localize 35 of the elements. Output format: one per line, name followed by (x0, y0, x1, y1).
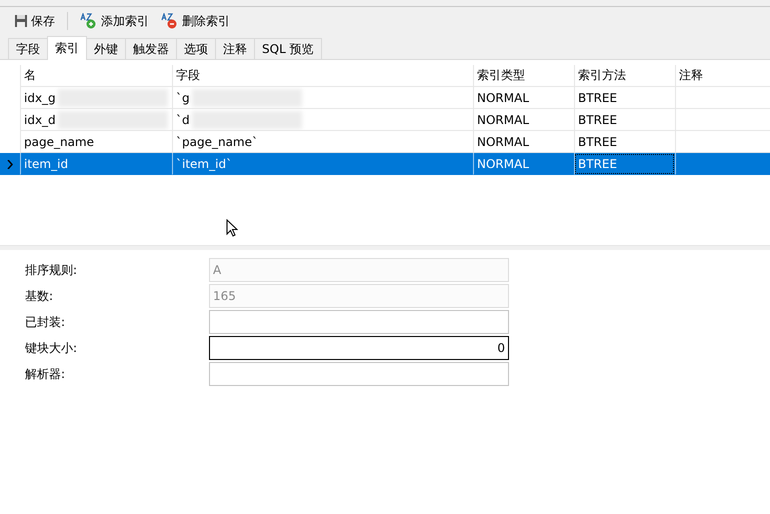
table-cell: BTREE (578, 134, 618, 148)
table-cell: NORMAL (477, 90, 530, 104)
table-cell: `page_name` (176, 134, 258, 148)
sort-remove-icon (161, 13, 179, 29)
table-cell: BTREE (578, 90, 618, 104)
field-label: 解析器: (25, 366, 66, 382)
table-cell: idx_d (24, 112, 56, 126)
field-label: 基数: (25, 288, 54, 304)
field-label: 键块大小: (25, 340, 78, 356)
toolbar-button[interactable]: 保存 (10, 10, 59, 32)
field-label: 排序规则: (25, 262, 78, 278)
table-cell: NORMAL (477, 112, 530, 126)
row-pointer-icon (7, 160, 13, 168)
table-cell: idx_g (24, 90, 56, 104)
toolbar-button[interactable]: 添加索引 (76, 10, 153, 32)
table-cell: page_name (24, 134, 94, 148)
sort-add-icon (80, 13, 98, 29)
tab[interactable]: 索引 (47, 36, 87, 60)
tab[interactable]: SQL 预览 (254, 38, 322, 59)
table-cell: NORMAL (477, 134, 530, 148)
toolbar-button[interactable]: 删除索引 (157, 10, 234, 32)
table-cell: NORMAL (477, 156, 530, 170)
table-cell: item_id (24, 156, 68, 170)
table-cell: BTREE (578, 112, 618, 126)
table-cell: BTREE (578, 156, 618, 170)
mouse-cursor-icon (226, 219, 238, 237)
input-field[interactable] (209, 310, 509, 334)
selected-row[interactable]: item_id `item_id` NORMAL BTREE (0, 153, 770, 175)
field-label: 已封装: (25, 314, 66, 330)
input-field[interactable]: 0 (209, 336, 509, 360)
tab[interactable]: 字段 (8, 38, 48, 59)
input-field[interactable] (209, 362, 509, 386)
table-cell: `g (176, 90, 190, 104)
table-cell: `item_id` (176, 156, 232, 170)
table-cell: `d (176, 112, 190, 126)
